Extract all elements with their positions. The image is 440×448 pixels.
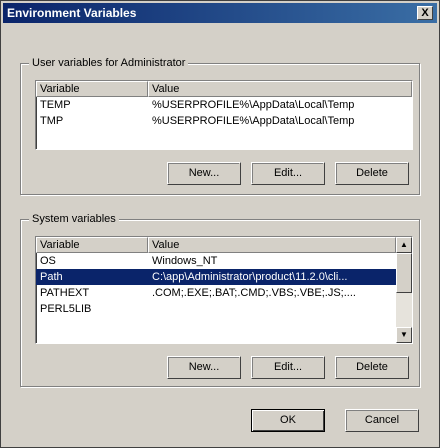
scroll-down-icon[interactable]: ▼ [396,327,412,343]
column-header-value[interactable]: Value [148,81,412,97]
system-delete-button[interactable]: Delete [335,356,409,379]
variable-value: .COM;.EXE;.BAT;.CMD;.VBS;.VBE;.JS;.... [152,287,356,299]
variable-name: TEMP [40,99,71,111]
variable-name: Path [40,271,63,283]
list-item[interactable]: PATHEXT .COM;.EXE;.BAT;.CMD;.VBS;.VBE;.J… [36,285,396,301]
ok-button[interactable]: OK [251,409,325,432]
list-item[interactable]: OS Windows_NT [36,253,396,269]
list-item[interactable]: TEMP %USERPROFILE%\AppData\Local\Temp [36,97,412,113]
cancel-button[interactable]: Cancel [345,409,419,432]
list-item[interactable]: TMP %USERPROFILE%\AppData\Local\Temp [36,113,412,129]
system-list-header: Variable Value [36,237,396,253]
vertical-scrollbar[interactable]: ▲ ▼ [396,237,412,343]
column-header-variable[interactable]: Variable [36,81,148,97]
user-variables-title: User variables for Administrator [29,56,189,70]
scroll-up-icon[interactable]: ▲ [396,237,412,253]
variable-value [148,301,396,317]
system-edit-button[interactable]: Edit... [251,356,325,379]
system-variables-list[interactable]: Variable Value OS Windows_NT Path C:\app… [35,236,413,344]
variable-name: OS [40,255,56,267]
column-header-value[interactable]: Value [148,237,396,253]
variable-value: %USERPROFILE%\AppData\Local\Temp [152,115,355,127]
title-bar[interactable]: Environment Variables X [3,3,437,23]
user-edit-button[interactable]: Edit... [251,162,325,185]
variable-value: C:\app\Administrator\product\11.2.0\cli.… [152,271,348,283]
column-header-variable[interactable]: Variable [36,237,148,253]
user-new-button[interactable]: New... [167,162,241,185]
list-item[interactable]: PERL5LIB [36,301,396,317]
user-list-header: Variable Value [36,81,412,97]
list-item-selected[interactable]: Path C:\app\Administrator\product\11.2.0… [36,269,396,285]
window-title: Environment Variables [7,6,137,20]
system-variables-group: System variables Variable Value OS Windo… [20,212,420,387]
variable-value: %USERPROFILE%\AppData\Local\Temp [152,99,355,111]
close-button[interactable]: X [417,6,433,20]
variable-name: TMP [40,115,64,127]
environment-variables-dialog: Environment Variables X User variables f… [0,0,440,448]
variable-name: PERL5LIB [40,303,92,315]
user-delete-button[interactable]: Delete [335,162,409,185]
user-variables-list[interactable]: Variable Value TEMP %USERPROFILE%\AppDat… [35,80,413,150]
scroll-thumb[interactable] [396,253,412,293]
system-new-button[interactable]: New... [167,356,241,379]
variable-name: PATHEXT [40,287,90,299]
user-variables-group: User variables for Administrator Variabl… [20,56,420,195]
variable-value: Windows_NT [152,255,218,267]
system-variables-title: System variables [29,212,119,226]
